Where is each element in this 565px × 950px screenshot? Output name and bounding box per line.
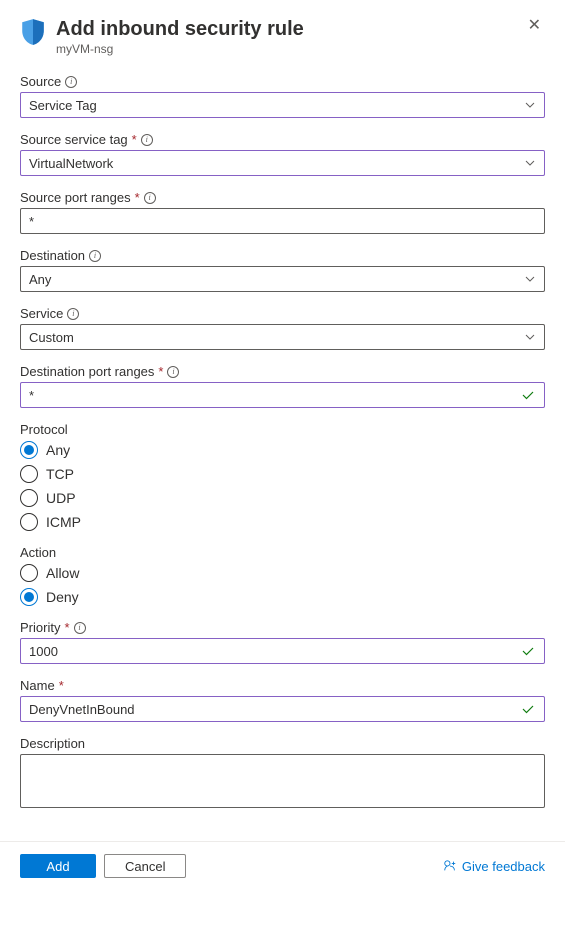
- service-select[interactable]: Custom: [20, 324, 545, 350]
- info-icon[interactable]: i: [167, 366, 179, 378]
- page-title: Add inbound security rule: [56, 16, 514, 42]
- source-label: Source: [20, 74, 61, 89]
- radio-label: UDP: [46, 490, 76, 506]
- dest-port-ranges-input[interactable]: *: [20, 382, 545, 408]
- radio-icon: [20, 564, 38, 582]
- radio-icon: [20, 465, 38, 483]
- destination-value: Any: [29, 272, 51, 287]
- page-subtitle: myVM-nsg: [56, 42, 514, 56]
- chevron-down-icon: [524, 157, 536, 169]
- required-indicator: *: [132, 132, 137, 147]
- info-icon[interactable]: i: [65, 76, 77, 88]
- service-value: Custom: [29, 330, 74, 345]
- protocol-radio-tcp[interactable]: TCP: [20, 465, 545, 483]
- shield-icon: [20, 18, 46, 46]
- footer: Add Cancel Give feedback: [0, 841, 565, 890]
- action-label: Action: [20, 545, 56, 560]
- name-label: Name: [20, 678, 55, 693]
- give-feedback-link[interactable]: Give feedback: [443, 859, 545, 874]
- required-indicator: *: [158, 364, 163, 379]
- cancel-button[interactable]: Cancel: [104, 854, 186, 878]
- service-label: Service: [20, 306, 63, 321]
- check-icon: [520, 643, 536, 659]
- protocol-radio-any[interactable]: Any: [20, 441, 545, 459]
- destination-label: Destination: [20, 248, 85, 263]
- info-icon[interactable]: i: [144, 192, 156, 204]
- check-icon: [520, 387, 536, 403]
- radio-label: Allow: [46, 565, 79, 581]
- priority-input[interactable]: 1000: [20, 638, 545, 664]
- source-service-tag-label: Source service tag: [20, 132, 128, 147]
- radio-label: TCP: [46, 466, 74, 482]
- action-radio-deny[interactable]: Deny: [20, 588, 545, 606]
- source-value: Service Tag: [29, 98, 97, 113]
- dest-port-ranges-value: *: [29, 388, 34, 403]
- source-select[interactable]: Service Tag: [20, 92, 545, 118]
- chevron-down-icon: [524, 331, 536, 343]
- protocol-radio-udp[interactable]: UDP: [20, 489, 545, 507]
- panel-header: Add inbound security rule myVM-nsg ✕: [20, 16, 545, 56]
- radio-label: Deny: [46, 589, 79, 605]
- description-label: Description: [20, 736, 85, 751]
- close-icon[interactable]: ✕: [524, 16, 545, 36]
- required-indicator: *: [64, 620, 69, 635]
- name-value: DenyVnetInBound: [29, 702, 135, 717]
- required-indicator: *: [135, 190, 140, 205]
- check-icon: [520, 701, 536, 717]
- protocol-radio-group: Any TCP UDP ICMP: [20, 441, 545, 531]
- radio-icon: [20, 513, 38, 531]
- required-indicator: *: [59, 678, 64, 693]
- description-textarea[interactable]: [20, 754, 545, 808]
- info-icon[interactable]: i: [67, 308, 79, 320]
- radio-icon: [20, 489, 38, 507]
- action-radio-allow[interactable]: Allow: [20, 564, 545, 582]
- priority-label: Priority: [20, 620, 60, 635]
- radio-icon: [20, 588, 38, 606]
- source-service-tag-value: VirtualNetwork: [29, 156, 113, 171]
- chevron-down-icon: [524, 273, 536, 285]
- info-icon[interactable]: i: [89, 250, 101, 262]
- source-service-tag-select[interactable]: VirtualNetwork: [20, 150, 545, 176]
- feedback-icon: [443, 859, 457, 873]
- protocol-label: Protocol: [20, 422, 68, 437]
- add-button[interactable]: Add: [20, 854, 96, 878]
- chevron-down-icon: [524, 99, 536, 111]
- destination-select[interactable]: Any: [20, 266, 545, 292]
- source-port-ranges-label: Source port ranges: [20, 190, 131, 205]
- source-port-ranges-input[interactable]: *: [20, 208, 545, 234]
- info-icon[interactable]: i: [74, 622, 86, 634]
- radio-label: Any: [46, 442, 70, 458]
- priority-value: 1000: [29, 644, 58, 659]
- info-icon[interactable]: i: [141, 134, 153, 146]
- protocol-radio-icmp[interactable]: ICMP: [20, 513, 545, 531]
- source-port-ranges-value: *: [29, 214, 34, 229]
- radio-label: ICMP: [46, 514, 81, 530]
- action-radio-group: Allow Deny: [20, 564, 545, 606]
- radio-icon: [20, 441, 38, 459]
- name-input[interactable]: DenyVnetInBound: [20, 696, 545, 722]
- feedback-label: Give feedback: [462, 859, 545, 874]
- dest-port-ranges-label: Destination port ranges: [20, 364, 154, 379]
